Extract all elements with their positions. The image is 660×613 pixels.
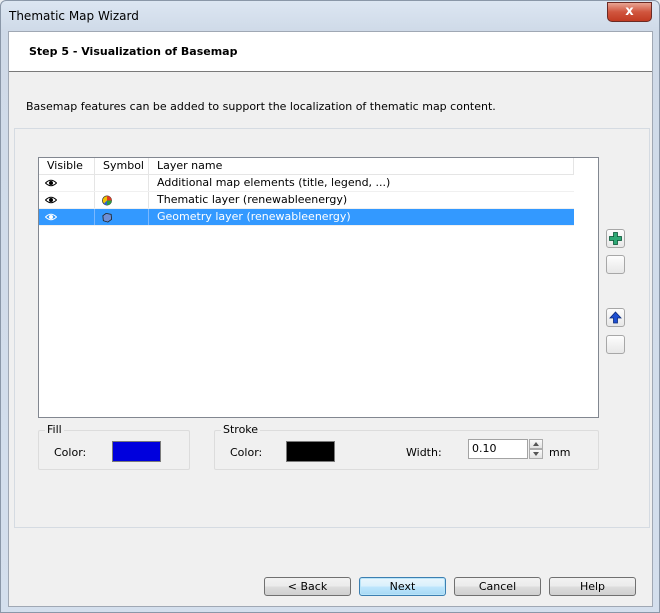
- visible-cell[interactable]: [39, 209, 95, 225]
- layer-row[interactable]: Thematic layer (renewableenergy): [39, 192, 574, 209]
- stroke-color-swatch[interactable]: [286, 441, 335, 462]
- move-up-icon: [609, 311, 622, 324]
- column-header-visible[interactable]: Visible: [39, 158, 95, 175]
- pie-chart-symbol-icon: [102, 195, 112, 206]
- layer-list-header: Visible Symbol Layer name: [39, 158, 574, 175]
- symbol-cell: [95, 209, 149, 225]
- wizard-window: Thematic Map Wizard x Step 5 - Visualiza…: [0, 0, 660, 613]
- cancel-button[interactable]: Cancel: [454, 577, 541, 596]
- stroke-group-label: Stroke: [221, 423, 261, 436]
- next-button[interactable]: Next: [359, 577, 446, 596]
- stroke-width-unit: mm: [549, 446, 571, 459]
- close-button[interactable]: x: [607, 2, 652, 22]
- help-button[interactable]: Help: [549, 577, 636, 596]
- eye-icon[interactable]: [45, 213, 57, 221]
- step-title: Step 5 - Visualization of Basemap: [29, 45, 238, 58]
- add-layer-button[interactable]: [606, 229, 625, 248]
- stroke-color-label: Color:: [230, 446, 263, 459]
- stroke-width-input[interactable]: 0.10: [468, 439, 528, 459]
- fill-color-label: Color:: [54, 446, 87, 459]
- layer-name: Geometry layer (renewableenergy): [157, 210, 351, 223]
- step-description: Basemap features can be added to support…: [26, 100, 496, 113]
- stroke-width-label: Width:: [406, 446, 442, 459]
- window-title: Thematic Map Wizard: [9, 9, 139, 23]
- back-button[interactable]: < Back: [264, 577, 351, 596]
- layer-name: Additional map elements (title, legend, …: [157, 176, 391, 189]
- layer-row[interactable]: Additional map elements (title, legend, …: [39, 175, 574, 192]
- column-header-layer-name[interactable]: Layer name: [149, 158, 574, 175]
- symbol-cell: [95, 192, 149, 208]
- remove-layer-button[interactable]: [606, 255, 625, 274]
- visible-cell[interactable]: [39, 192, 95, 208]
- visible-cell[interactable]: [39, 175, 95, 191]
- title-bar: Thematic Map Wizard x: [1, 1, 659, 31]
- fill-color-swatch[interactable]: [112, 441, 161, 462]
- wizard-client-area: Step 5 - Visualization of Basemap Basema…: [8, 31, 653, 607]
- wizard-header: Step 5 - Visualization of Basemap: [9, 32, 652, 72]
- move-down-button[interactable]: [606, 335, 625, 354]
- symbol-cell: [95, 175, 149, 191]
- stroke-width-down-button[interactable]: [529, 449, 543, 459]
- layer-list[interactable]: Visible Symbol Layer name Additional map…: [38, 157, 599, 418]
- column-header-symbol[interactable]: Symbol: [95, 158, 149, 175]
- stroke-width-up-button[interactable]: [529, 439, 543, 449]
- polygon-symbol-icon: [102, 212, 113, 223]
- move-up-button[interactable]: [606, 308, 625, 327]
- add-layer-icon: [609, 232, 622, 245]
- eye-icon[interactable]: [45, 196, 57, 204]
- layer-row-selected[interactable]: Geometry layer (renewableenergy): [39, 209, 574, 226]
- fill-group-label: Fill: [45, 423, 64, 436]
- close-icon: x: [625, 4, 634, 19]
- layer-name: Thematic layer (renewableenergy): [157, 193, 348, 206]
- eye-icon[interactable]: [45, 179, 57, 187]
